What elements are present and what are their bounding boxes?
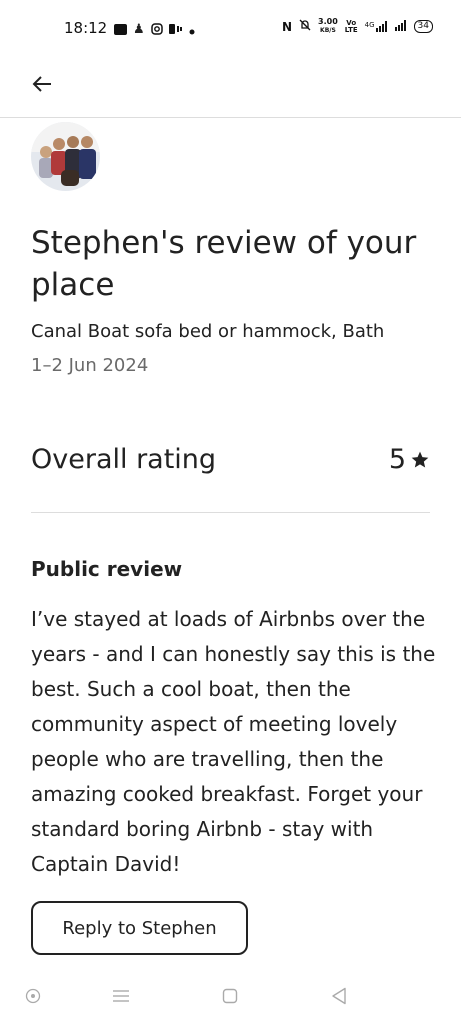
stay-dates: 1–2 Jun 2024 [31,355,149,376]
page-title: Stephen's review of your place [31,225,417,303]
status-notification-icons: ♟ [114,20,195,39]
chess-icon: ♟ [133,22,145,37]
dot-icon [189,20,195,39]
menu-button[interactable] [108,983,134,1009]
network-type: 4G [364,21,375,29]
guest-avatar [31,122,100,191]
youtube-icon [114,24,127,35]
divider [31,512,430,513]
overall-rating-value: 5 [389,444,430,475]
home-icon [222,988,238,1004]
recent-apps-button[interactable] [20,983,46,1009]
back-button[interactable] [26,68,58,100]
status-time: 18:12 [64,19,108,37]
reply-button[interactable]: Reply to Stephen [31,901,248,955]
phone-icon [168,20,183,39]
rating-number: 5 [388,444,406,475]
nfc-icon: N [282,19,293,34]
volte-icon: Vo LTE [344,18,358,34]
battery-icon: 34 [413,20,433,33]
system-navigation-bar [0,969,461,1024]
overall-rating-label: Overall rating [31,444,217,475]
recent-apps-icon [25,988,41,1004]
network-speed: 3.00 KB/S [318,18,338,35]
mute-icon [299,19,311,34]
system-back-button[interactable] [326,983,352,1009]
public-review-text: I’ve stayed at loads of Airbnbs over the… [31,607,436,876]
listing-name: Canal Boat sofa bed or hammock, Bath [31,321,385,342]
network-speed-value: 3.00 [318,17,338,26]
public-review-heading: Public review [31,557,183,581]
back-icon [332,987,346,1005]
star-icon [411,451,429,467]
instagram-icon [150,20,163,39]
status-bar: 18:12 ♟ N 3.00 KB/S Vo LTE 4G 34 [0,0,461,58]
arrow-left-icon [32,76,51,92]
home-button[interactable] [217,983,243,1009]
menu-icon [113,990,129,1002]
signal-icon: 4G [365,21,388,32]
top-app-bar [0,58,461,118]
network-speed-unit: KB/S [320,27,336,34]
status-system-icons: N 3.00 KB/S Vo LTE 4G 34 [282,18,433,35]
signal-icon-2 [394,19,407,34]
